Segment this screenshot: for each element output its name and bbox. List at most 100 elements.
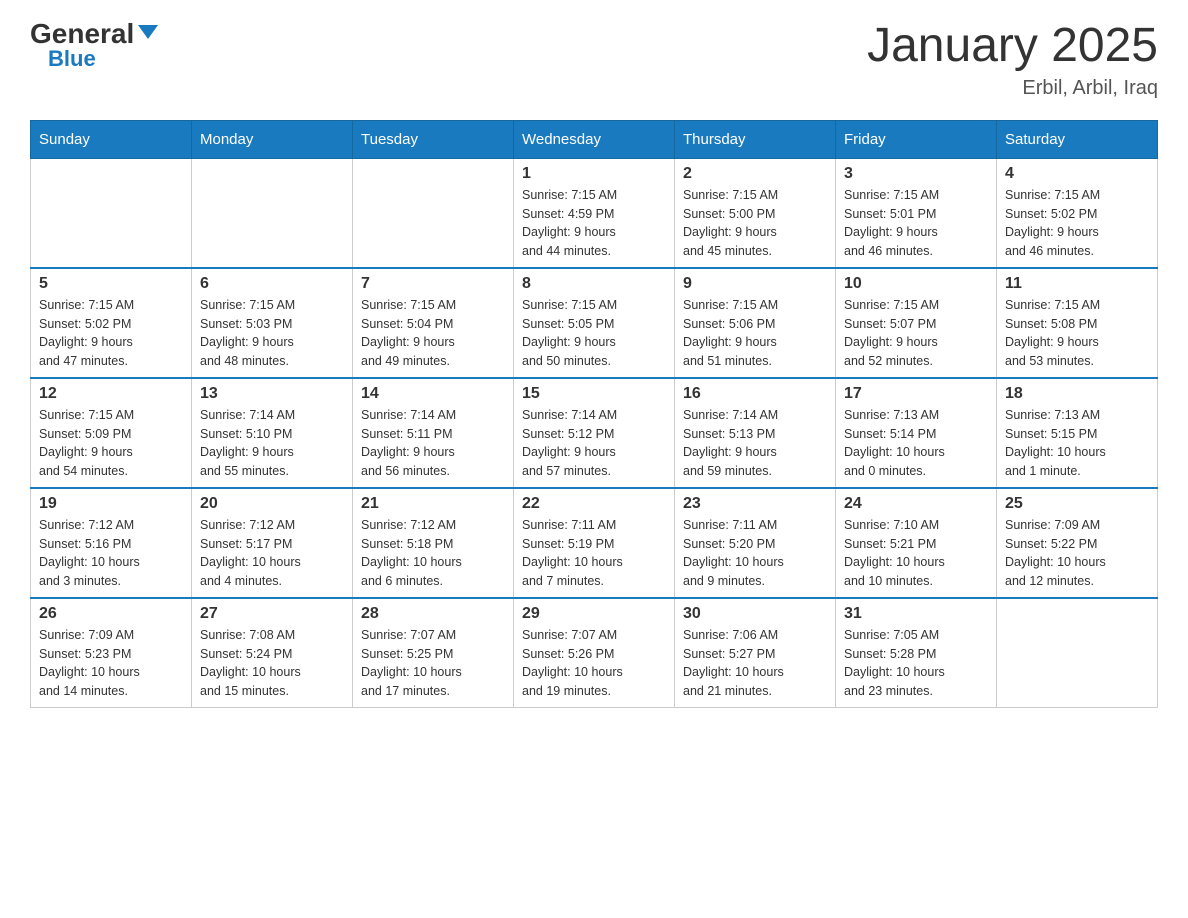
week-row-5: 26 Sunrise: 7:09 AMSunset: 5:23 PMDayligh… [31, 598, 1158, 708]
cell-week5-day5: 31Sunrise: 7:05 AMSunset: 5:28 PMDayligh… [836, 598, 997, 708]
day-number: 23 [683, 495, 827, 513]
week-row-4: 19Sunrise: 7:12 AMSunset: 5:16 PMDayligh… [31, 488, 1158, 598]
col-saturday: Saturday [997, 120, 1158, 158]
day-info: Sunrise: 7:13 AMSunset: 5:14 PMDaylight:… [844, 406, 988, 481]
cell-week5-day1: 27Sunrise: 7:08 AMSunset: 5:24 PMDayligh… [192, 598, 353, 708]
cell-week1-day0 [31, 158, 192, 268]
cell-week2-day5: 10 Sunrise: 7:15 AMSunset: 5:07 PMDayligh… [836, 268, 997, 378]
cell-week4-day2: 21 Sunrise: 7:12 AMSunset: 5:18 PMDayligh… [353, 488, 514, 598]
day-info: Sunrise: 7:07 AMSunset: 5:25 PMDaylight:… [361, 626, 505, 701]
week-row-3: 12 Sunrise: 7:15 AMSunset: 5:09 PMDayligh… [31, 378, 1158, 488]
subtitle: Erbil, Arbil, Iraq [867, 77, 1158, 100]
day-number: 25 [1005, 495, 1149, 513]
cell-week2-day2: 7 Sunrise: 7:15 AMSunset: 5:04 PMDaylight… [353, 268, 514, 378]
cell-week1-day4: 2 Sunrise: 7:15 AMSunset: 5:00 PMDaylight… [675, 158, 836, 268]
day-number: 13 [200, 385, 344, 403]
day-info: Sunrise: 7:12 AMSunset: 5:16 PMDaylight:… [39, 516, 183, 591]
cell-week3-day5: 17Sunrise: 7:13 AMSunset: 5:14 PMDayligh… [836, 378, 997, 488]
cell-week3-day0: 12 Sunrise: 7:15 AMSunset: 5:09 PMDayligh… [31, 378, 192, 488]
day-info: Sunrise: 7:14 AMSunset: 5:11 PMDaylight:… [361, 406, 505, 481]
day-number: 30 [683, 605, 827, 623]
day-info: Sunrise: 7:15 AMSunset: 5:08 PMDaylight:… [1005, 296, 1149, 371]
day-info: Sunrise: 7:12 AMSunset: 5:18 PMDaylight:… [361, 516, 505, 591]
cell-week3-day6: 18 Sunrise: 7:13 AMSunset: 5:15 PMDayligh… [997, 378, 1158, 488]
cell-week2-day4: 9Sunrise: 7:15 AMSunset: 5:06 PMDaylight… [675, 268, 836, 378]
logo: General Blue [30, 20, 158, 70]
cell-week5-day6 [997, 598, 1158, 708]
page-title: January 2025 [867, 20, 1158, 73]
day-info: Sunrise: 7:09 AMSunset: 5:22 PMDaylight:… [1005, 516, 1149, 591]
col-sunday: Sunday [31, 120, 192, 158]
cell-week5-day0: 26 Sunrise: 7:09 AMSunset: 5:23 PMDayligh… [31, 598, 192, 708]
day-info: Sunrise: 7:11 AMSunset: 5:20 PMDaylight:… [683, 516, 827, 591]
day-info: Sunrise: 7:15 AMSunset: 5:02 PMDaylight:… [1005, 186, 1149, 261]
day-number: 28 [361, 605, 505, 623]
day-number: 21 [361, 495, 505, 513]
col-wednesday: Wednesday [514, 120, 675, 158]
cell-week4-day4: 23 Sunrise: 7:11 AMSunset: 5:20 PMDayligh… [675, 488, 836, 598]
logo-general-text: General [30, 20, 134, 48]
day-info: Sunrise: 7:15 AMSunset: 4:59 PMDaylight:… [522, 186, 666, 261]
day-number: 7 [361, 275, 505, 293]
day-number: 5 [39, 275, 183, 293]
day-info: Sunrise: 7:15 AMSunset: 5:00 PMDaylight:… [683, 186, 827, 261]
cell-week5-day4: 30 Sunrise: 7:06 AMSunset: 5:27 PMDayligh… [675, 598, 836, 708]
day-number: 26 [39, 605, 183, 623]
day-number: 10 [844, 275, 988, 293]
day-info: Sunrise: 7:14 AMSunset: 5:10 PMDaylight:… [200, 406, 344, 481]
day-info: Sunrise: 7:12 AMSunset: 5:17 PMDaylight:… [200, 516, 344, 591]
day-info: Sunrise: 7:15 AMSunset: 5:04 PMDaylight:… [361, 296, 505, 371]
cell-week2-day1: 6 Sunrise: 7:15 AMSunset: 5:03 PMDaylight… [192, 268, 353, 378]
day-number: 31 [844, 605, 988, 623]
day-number: 16 [683, 385, 827, 403]
day-number: 18 [1005, 385, 1149, 403]
col-thursday: Thursday [675, 120, 836, 158]
day-number: 6 [200, 275, 344, 293]
day-info: Sunrise: 7:14 AMSunset: 5:12 PMDaylight:… [522, 406, 666, 481]
cell-week1-day6: 4 Sunrise: 7:15 AMSunset: 5:02 PMDaylight… [997, 158, 1158, 268]
cell-week3-day4: 16 Sunrise: 7:14 AMSunset: 5:13 PMDayligh… [675, 378, 836, 488]
day-info: Sunrise: 7:15 AMSunset: 5:03 PMDaylight:… [200, 296, 344, 371]
calendar-table: Sunday Monday Tuesday Wednesday Thursday… [30, 120, 1158, 708]
cell-week1-day3: 1 Sunrise: 7:15 AMSunset: 4:59 PMDaylight… [514, 158, 675, 268]
cell-week4-day1: 20 Sunrise: 7:12 AMSunset: 5:17 PMDayligh… [192, 488, 353, 598]
cell-week2-day6: 11 Sunrise: 7:15 AMSunset: 5:08 PMDayligh… [997, 268, 1158, 378]
logo-blue-text: Blue [48, 48, 96, 70]
day-number: 4 [1005, 165, 1149, 183]
cell-week4-day0: 19Sunrise: 7:12 AMSunset: 5:16 PMDayligh… [31, 488, 192, 598]
day-number: 20 [200, 495, 344, 513]
day-number: 2 [683, 165, 827, 183]
day-info: Sunrise: 7:15 AMSunset: 5:07 PMDaylight:… [844, 296, 988, 371]
day-number: 22 [522, 495, 666, 513]
day-info: Sunrise: 7:15 AMSunset: 5:09 PMDaylight:… [39, 406, 183, 481]
cell-week4-day6: 25 Sunrise: 7:09 AMSunset: 5:22 PMDayligh… [997, 488, 1158, 598]
cell-week1-day2 [353, 158, 514, 268]
day-info: Sunrise: 7:08 AMSunset: 5:24 PMDaylight:… [200, 626, 344, 701]
day-info: Sunrise: 7:11 AMSunset: 5:19 PMDaylight:… [522, 516, 666, 591]
cell-week4-day3: 22 Sunrise: 7:11 AMSunset: 5:19 PMDayligh… [514, 488, 675, 598]
day-info: Sunrise: 7:06 AMSunset: 5:27 PMDaylight:… [683, 626, 827, 701]
cell-week2-day3: 8Sunrise: 7:15 AMSunset: 5:05 PMDaylight… [514, 268, 675, 378]
cell-week5-day3: 29Sunrise: 7:07 AMSunset: 5:26 PMDayligh… [514, 598, 675, 708]
day-info: Sunrise: 7:10 AMSunset: 5:21 PMDaylight:… [844, 516, 988, 591]
week-row-1: 1 Sunrise: 7:15 AMSunset: 4:59 PMDaylight… [31, 158, 1158, 268]
day-number: 1 [522, 165, 666, 183]
col-friday: Friday [836, 120, 997, 158]
cell-week3-day1: 13 Sunrise: 7:14 AMSunset: 5:10 PMDayligh… [192, 378, 353, 488]
day-number: 8 [522, 275, 666, 293]
logo-triangle-icon [138, 25, 158, 39]
day-info: Sunrise: 7:13 AMSunset: 5:15 PMDaylight:… [1005, 406, 1149, 481]
day-info: Sunrise: 7:15 AMSunset: 5:01 PMDaylight:… [844, 186, 988, 261]
col-monday: Monday [192, 120, 353, 158]
day-number: 12 [39, 385, 183, 403]
cell-week3-day3: 15 Sunrise: 7:14 AMSunset: 5:12 PMDayligh… [514, 378, 675, 488]
calendar-header-row: Sunday Monday Tuesday Wednesday Thursday… [31, 120, 1158, 158]
day-number: 11 [1005, 275, 1149, 293]
day-info: Sunrise: 7:15 AMSunset: 5:06 PMDaylight:… [683, 296, 827, 371]
day-number: 15 [522, 385, 666, 403]
week-row-2: 5Sunrise: 7:15 AMSunset: 5:02 PMDaylight… [31, 268, 1158, 378]
cell-week1-day1 [192, 158, 353, 268]
day-number: 29 [522, 605, 666, 623]
day-info: Sunrise: 7:09 AMSunset: 5:23 PMDaylight:… [39, 626, 183, 701]
day-info: Sunrise: 7:14 AMSunset: 5:13 PMDaylight:… [683, 406, 827, 481]
